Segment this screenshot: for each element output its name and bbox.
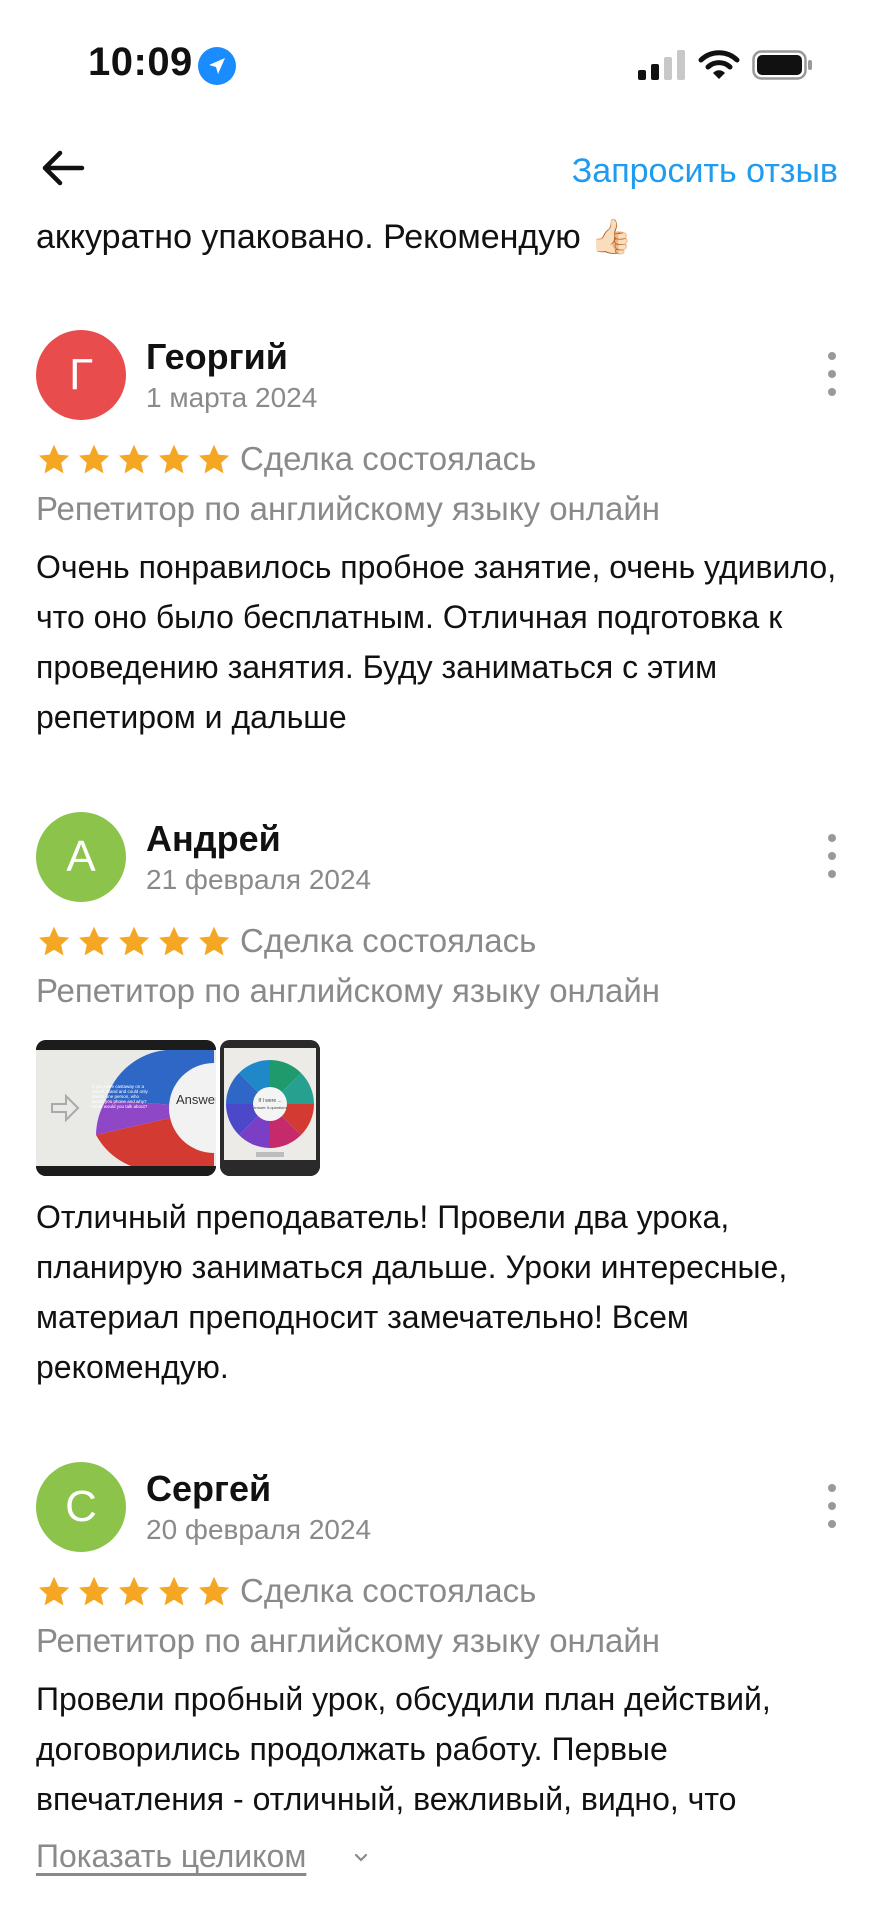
deal-status: Сделка состоялась	[240, 1572, 537, 1609]
star-icon	[39, 1576, 70, 1606]
service-category: Репетитор по английскому языку онлайн	[36, 972, 661, 1009]
star-icon	[119, 926, 150, 956]
rating-stars	[36, 442, 232, 480]
review-photos: Answer if-questions If you were castaway…	[36, 1040, 320, 1176]
more-options-icon[interactable]	[820, 1484, 844, 1528]
deal-status: Сделка состоялась	[240, 922, 537, 959]
battery-icon	[752, 50, 814, 80]
photo-question-text: If you were castaway on a desert island …	[92, 1084, 148, 1109]
star-icon	[199, 926, 230, 956]
status-time: 10:09	[88, 40, 193, 84]
star-icon	[119, 1576, 150, 1606]
photo-wheel-title: If I were ...	[258, 1098, 281, 1104]
review-text: Отличный преподаватель! Провели два урок…	[36, 1199, 788, 1385]
request-review-link[interactable]: Запросить отзыв	[572, 152, 838, 191]
star-icon	[159, 926, 190, 956]
star-icon	[159, 1576, 190, 1606]
deal-status: Сделка состоялась	[240, 440, 537, 477]
star-icon	[199, 1576, 230, 1606]
star-icon	[79, 444, 110, 474]
photo-wheel-subtitle: Answer if-questions	[253, 1105, 288, 1110]
location-arrow-icon	[198, 47, 236, 85]
review-date: 20 февраля 2024	[146, 1514, 372, 1545]
star-icon	[79, 926, 110, 956]
rating-stars	[36, 924, 232, 962]
show-full-link[interactable]: Показать целиком	[36, 1838, 306, 1875]
service-category: Репетитор по английскому языку онлайн	[36, 490, 661, 527]
star-icon	[39, 926, 70, 956]
review-photo[interactable]: Answer if-questions If you were castaway…	[36, 1040, 216, 1176]
avatar: Г	[36, 330, 126, 420]
star-icon	[79, 1576, 110, 1606]
service-category: Репетитор по английскому языку онлайн	[36, 1622, 661, 1659]
more-options-icon[interactable]	[820, 834, 844, 878]
more-options-icon[interactable]	[820, 352, 844, 396]
review-date: 21 февраля 2024	[146, 864, 372, 895]
star-icon	[119, 444, 150, 474]
star-icon	[199, 444, 230, 474]
wifi-icon	[698, 48, 740, 82]
review-photo[interactable]: If I were ... Answer if-questions	[220, 1040, 320, 1176]
back-arrow-icon[interactable]	[38, 146, 88, 190]
avatar: С	[36, 1462, 126, 1552]
review-text: Очень понравилось пробное занятие, очень…	[36, 549, 837, 735]
star-icon	[39, 444, 70, 474]
cellular-signal-icon	[638, 50, 688, 82]
review-text: Провели пробный урок, обсудили план дейс…	[36, 1681, 771, 1817]
reviewer-name: Андрей	[146, 818, 281, 859]
review-date: 1 марта 2024	[146, 382, 318, 413]
avatar: А	[36, 812, 126, 902]
chevron-down-icon[interactable]	[352, 1848, 370, 1866]
rating-stars	[36, 1574, 232, 1612]
photo-caption: Answer if-questions	[176, 1092, 216, 1107]
star-icon	[159, 444, 190, 474]
reviewer-name: Сергей	[146, 1468, 272, 1509]
reviewer-name: Георгий	[146, 336, 288, 377]
previous-review-text: аккуратно упаковано. Рекомендую 👍🏻	[36, 218, 633, 256]
